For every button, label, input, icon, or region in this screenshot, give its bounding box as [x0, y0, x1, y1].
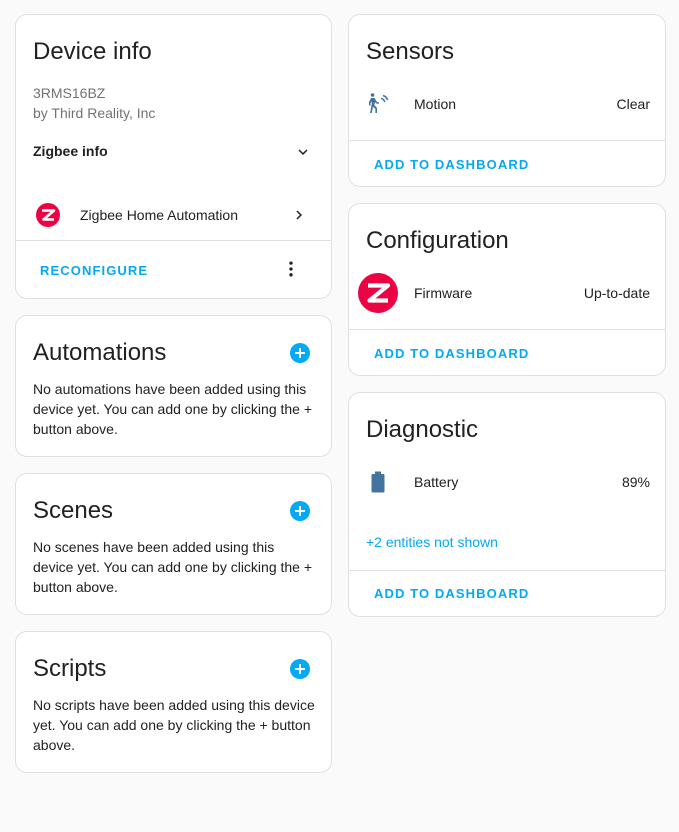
sensors-divider	[349, 140, 665, 141]
battery-icon	[368, 471, 388, 493]
configuration-card: Configuration Firmware Up-to-date ADD TO…	[348, 203, 666, 376]
config-value-firmware: Up-to-date	[583, 285, 650, 301]
zigbee-info-label: Zigbee info	[33, 143, 108, 159]
diagnostic-divider	[349, 570, 665, 571]
sensors-add-to-dashboard-button[interactable]: ADD TO DASHBOARD	[374, 157, 529, 172]
scenes-card: Scenes No scenes have been added using t…	[15, 473, 332, 615]
sensor-row-motion[interactable]: Motion Clear	[349, 89, 665, 119]
diagnostic-add-to-dashboard-button[interactable]: ADD TO DASHBOARD	[374, 586, 529, 601]
reconfigure-button[interactable]: RECONFIGURE	[40, 263, 148, 278]
scripts-empty-text: No scripts have been added using this de…	[33, 697, 315, 753]
device-model: 3RMS16BZ	[33, 85, 106, 101]
scripts-card: Scripts No scripts have been added using…	[15, 631, 332, 773]
diagnostic-label-battery: Battery	[414, 474, 459, 490]
device-info-divider	[16, 240, 331, 241]
device-info-card: Device info 3RMS16BZ by Third Reality, I…	[15, 14, 332, 299]
integration-row[interactable]: Zigbee Home Automation	[16, 197, 331, 233]
motion-sensor-icon	[366, 91, 390, 115]
zigbee-firmware-logo	[357, 272, 399, 314]
scenes-title: Scenes	[33, 497, 114, 524]
chevron-down-icon	[294, 143, 312, 161]
chevron-right-icon	[290, 206, 308, 224]
hidden-entities-link[interactable]: +2 entities not shown	[366, 534, 498, 550]
diagnostic-value-battery: 89%	[621, 474, 650, 490]
zigbee-logo	[35, 202, 61, 228]
sensor-value-motion: Clear	[616, 96, 650, 112]
add-automation-button[interactable]	[290, 343, 310, 363]
automations-empty-text: No automations have been added using thi…	[33, 381, 313, 437]
integration-label: Zigbee Home Automation	[80, 207, 238, 223]
config-row-firmware[interactable]: Firmware Up-to-date	[349, 272, 665, 314]
scenes-empty-text: No scenes have been added using this dev…	[33, 539, 313, 595]
diagnostic-title: Diagnostic	[366, 416, 479, 443]
sensors-card: Sensors Motion Clear ADD TO DASHBOARD	[348, 14, 666, 187]
automations-title: Automations	[33, 339, 167, 366]
diagnostic-card: Diagnostic Battery 89% +2 entities not s…	[348, 392, 666, 617]
scripts-title: Scripts	[33, 655, 107, 682]
sensor-label-motion: Motion	[414, 96, 457, 112]
more-vert-icon[interactable]	[281, 259, 301, 279]
config-label-firmware: Firmware	[414, 285, 473, 301]
zigbee-info-toggle[interactable]: Zigbee info	[16, 135, 331, 169]
add-script-button[interactable]	[290, 659, 310, 679]
diagnostic-row-battery[interactable]: Battery 89%	[349, 467, 665, 497]
add-scene-button[interactable]	[290, 501, 310, 521]
configuration-add-to-dashboard-button[interactable]: ADD TO DASHBOARD	[374, 346, 529, 361]
device-manufacturer: by Third Reality, Inc	[33, 105, 156, 121]
sensors-title: Sensors	[366, 38, 455, 65]
device-info-title: Device info	[33, 38, 152, 65]
automations-card: Automations No automations have been add…	[15, 315, 332, 457]
configuration-divider	[349, 329, 665, 330]
configuration-title: Configuration	[366, 227, 509, 254]
